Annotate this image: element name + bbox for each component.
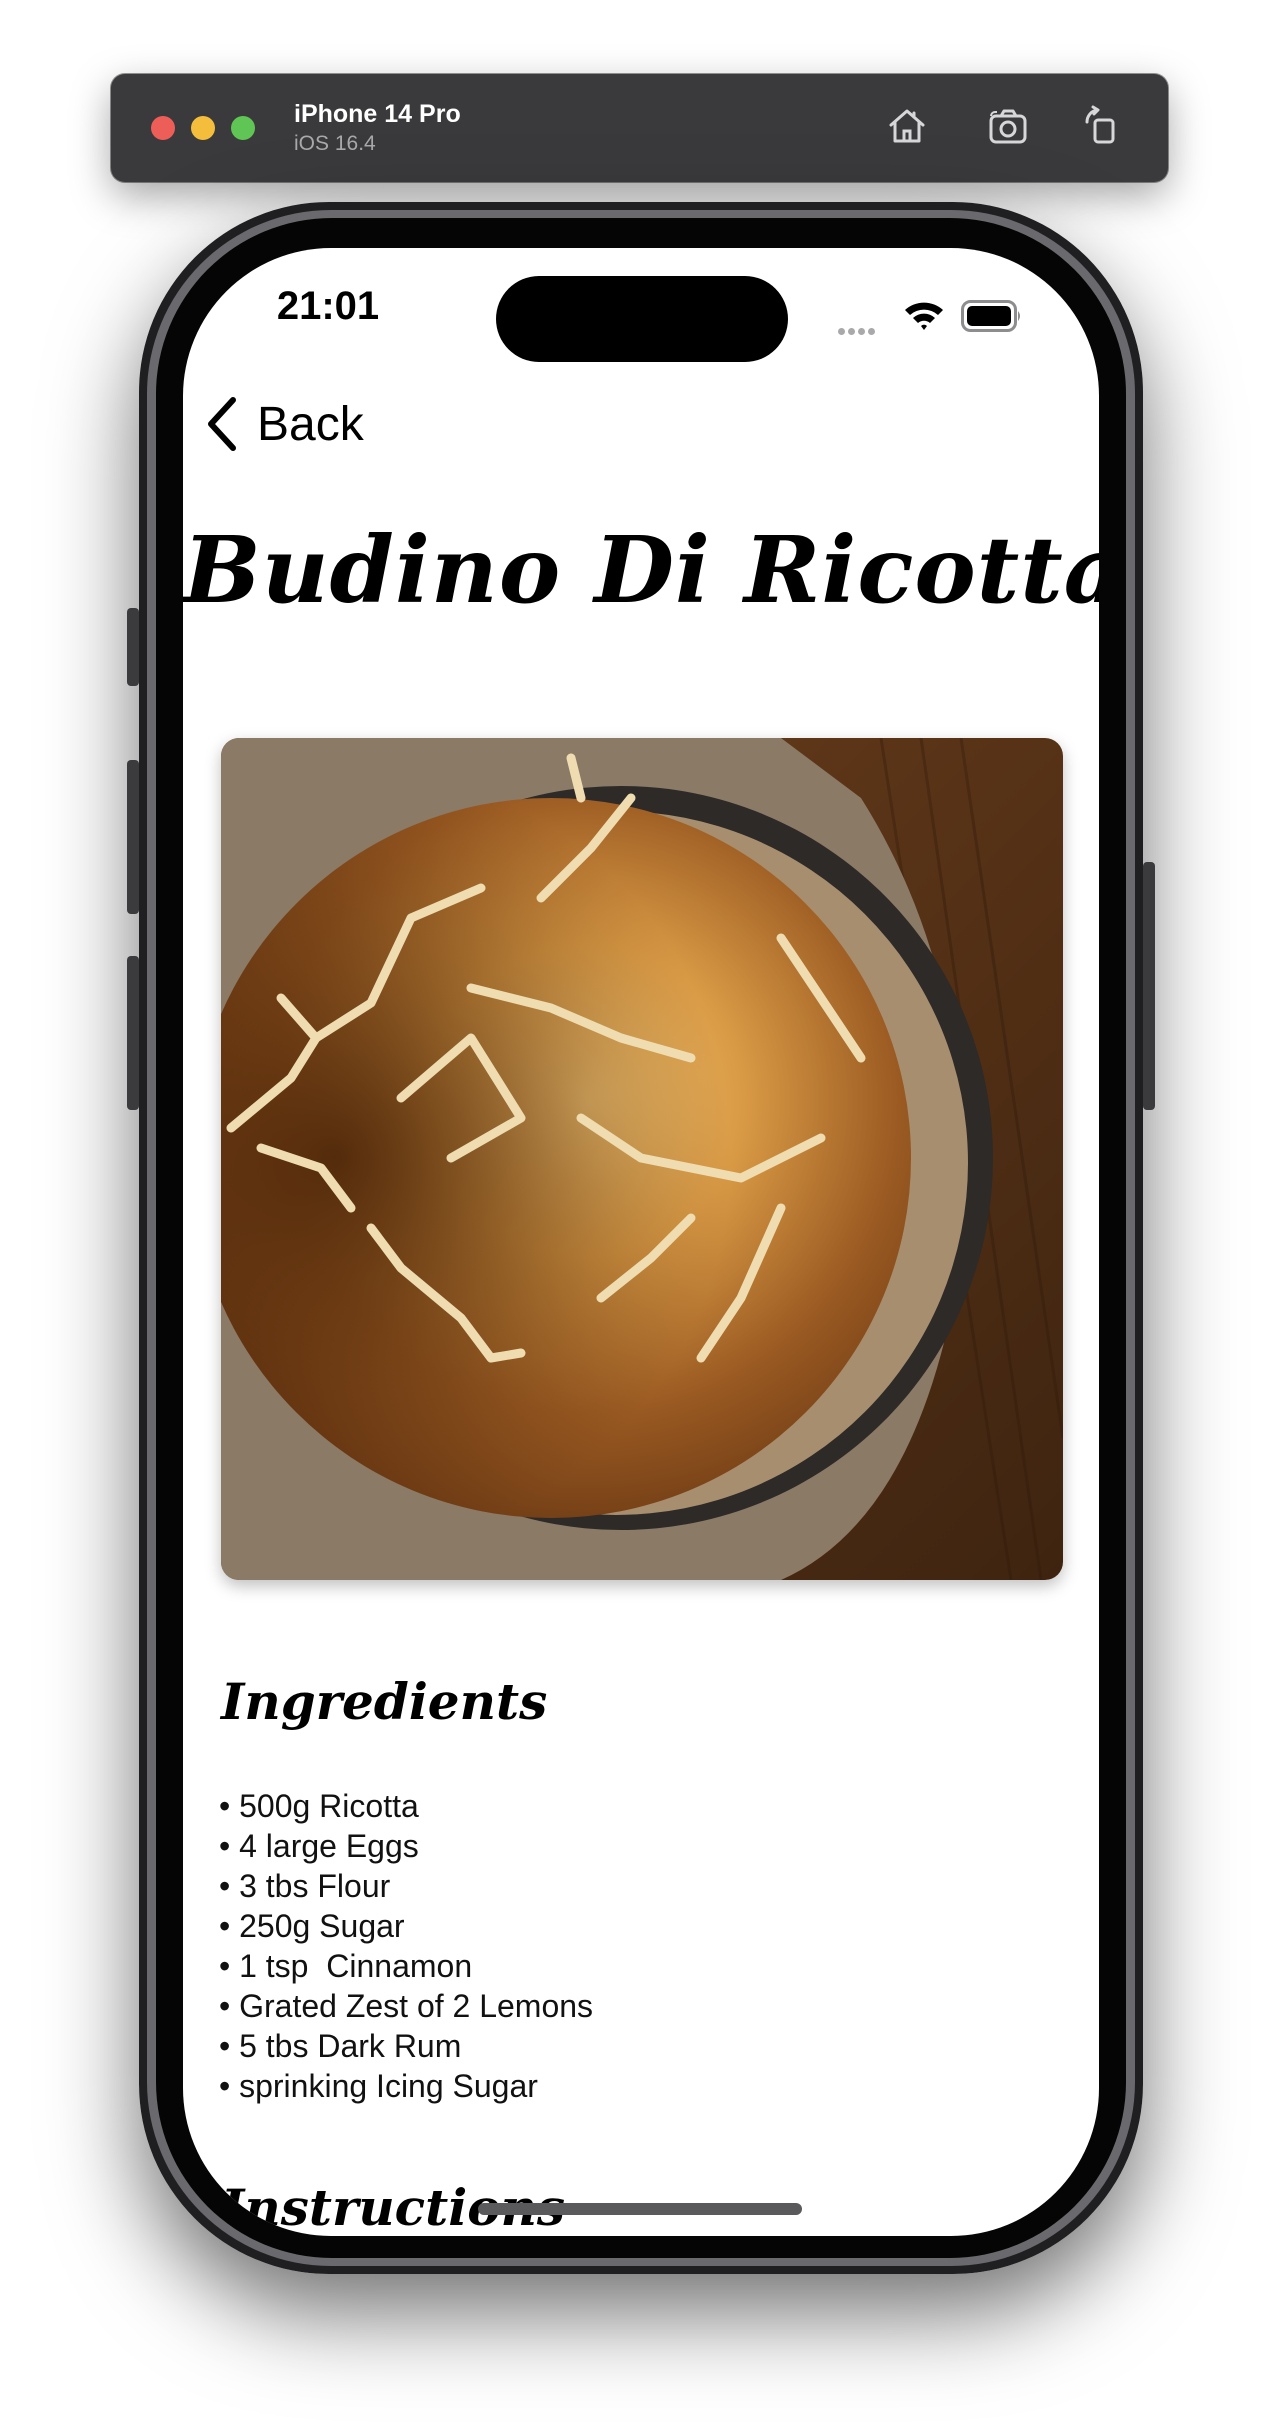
signal-dots-icon <box>838 322 878 340</box>
back-label: Back <box>257 397 364 451</box>
close-window-button[interactable] <box>151 116 175 140</box>
recipe-photo <box>221 738 1063 1580</box>
home-indicator[interactable] <box>478 2203 802 2215</box>
rotate-icon[interactable] <box>1077 102 1125 150</box>
dynamic-island <box>496 276 788 362</box>
ingredient-item: sprinking Icing Sugar <box>219 2066 593 2106</box>
volume-up-button <box>127 760 139 914</box>
status-time: 21:01 <box>276 284 380 328</box>
device-name: iPhone 14 Pro <box>294 100 461 128</box>
minimize-window-button[interactable] <box>191 116 215 140</box>
zoom-window-button[interactable] <box>231 116 255 140</box>
screenshot-icon[interactable] <box>985 102 1033 150</box>
ingredient-item: 250g Sugar <box>219 1906 593 1946</box>
ingredient-list: 500g Ricotta 4 large Eggs 3 tbs Flour 25… <box>219 1786 593 2106</box>
battery-icon <box>961 300 1020 332</box>
ingredient-item: 1 tsp Cinnamon <box>219 1946 593 1986</box>
volume-down-button <box>127 956 139 1110</box>
chevron-left-icon <box>208 397 236 451</box>
home-icon[interactable] <box>883 102 931 150</box>
phone-screen: 21:01 Back Budino Di Ricotta Ingredients… <box>183 248 1099 2236</box>
ingredients-heading: Ingredients <box>221 1672 548 1731</box>
os-version: iOS 16.4 <box>294 132 376 155</box>
ingredient-item: Grated Zest of 2 Lemons <box>219 1986 593 2026</box>
ingredient-item: 4 large Eggs <box>219 1826 593 1866</box>
ingredient-item: 5 tbs Dark Rum <box>219 2026 593 2066</box>
recipe-title: Budino Di Ricotta <box>183 516 1099 624</box>
wifi-icon <box>905 302 943 330</box>
ricotta-cake-image <box>221 738 1063 1580</box>
ingredient-item: 3 tbs Flour <box>219 1866 593 1906</box>
simulator-stage: iPhone 14 Pro iOS 16.4 21:01 Back Budino… <box>0 0 1278 2428</box>
power-button <box>1143 862 1155 1110</box>
ingredient-item: 500g Ricotta <box>219 1786 593 1826</box>
silent-switch <box>127 608 139 686</box>
back-button[interactable]: Back <box>203 388 364 460</box>
